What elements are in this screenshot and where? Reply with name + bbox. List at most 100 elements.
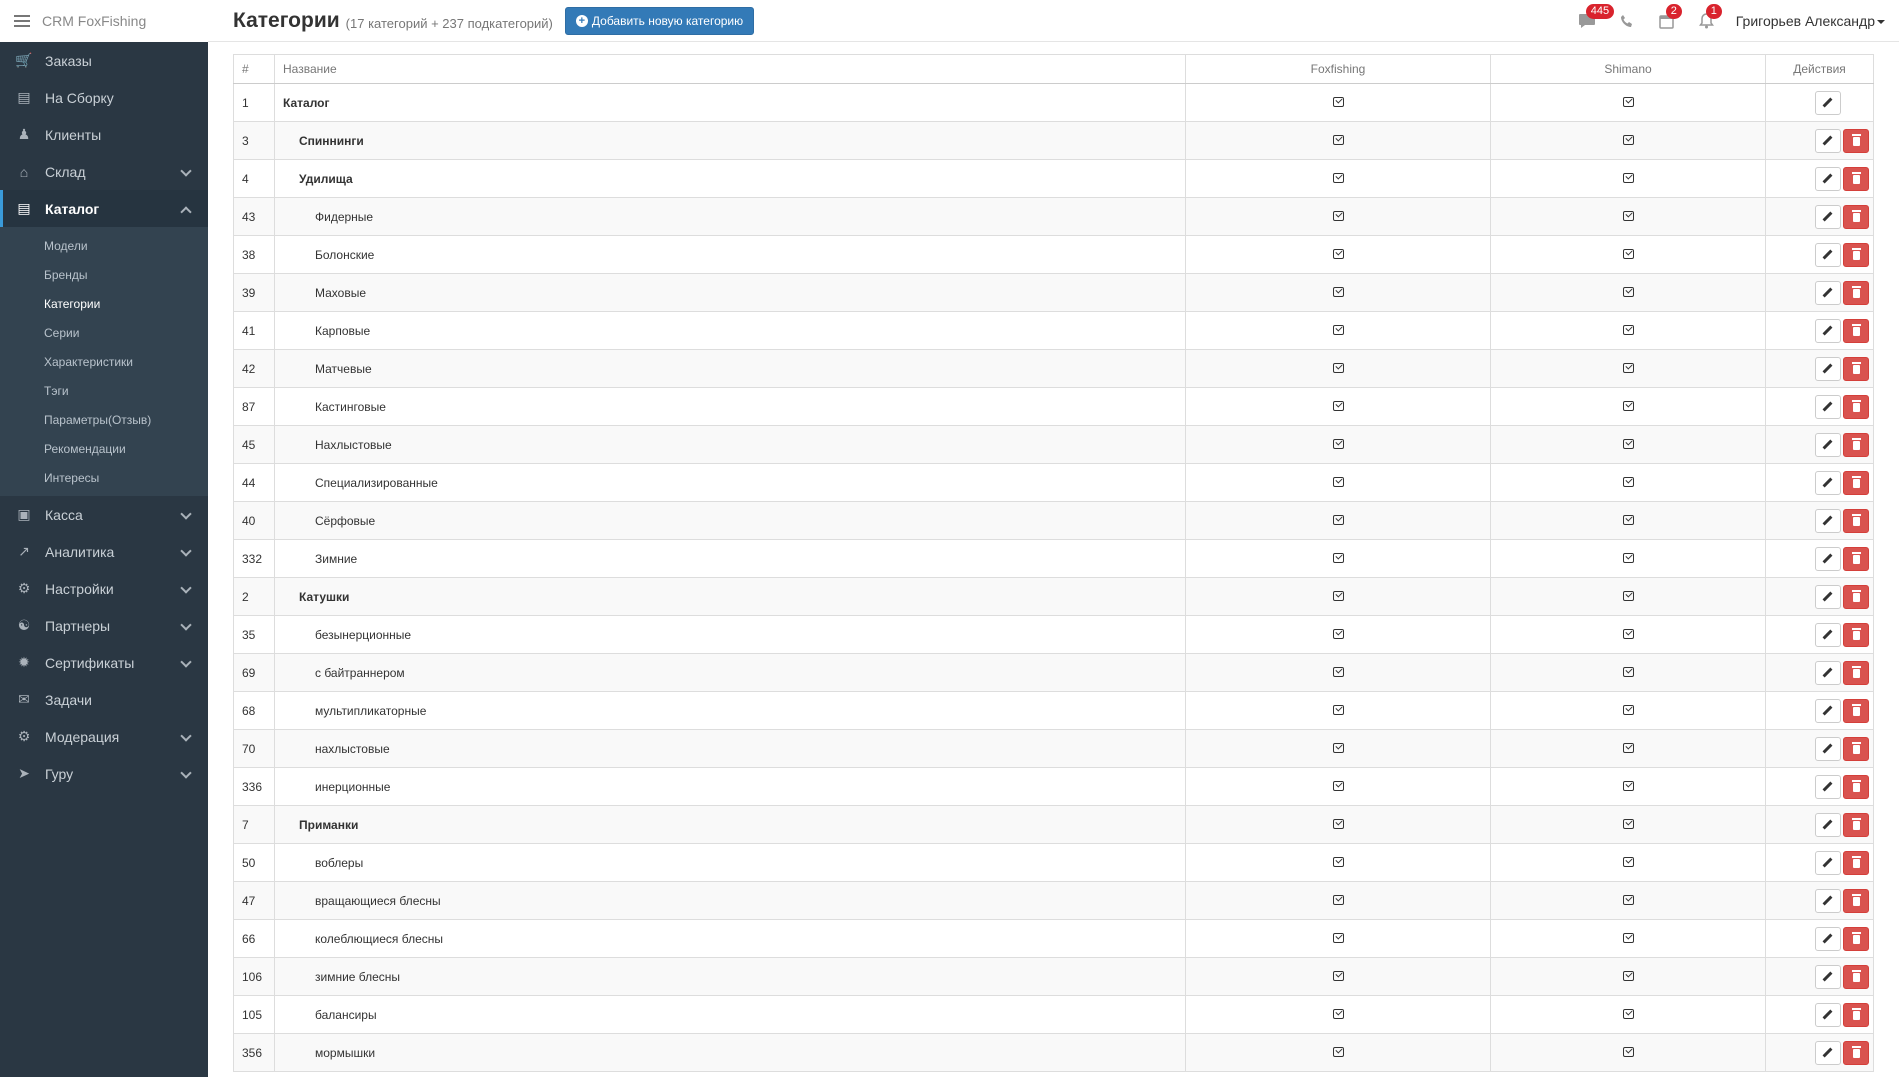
check-square-icon[interactable]: [1332, 704, 1344, 715]
check-square-icon[interactable]: [1332, 172, 1344, 183]
check-square-icon[interactable]: [1332, 590, 1344, 601]
delete-button[interactable]: [1843, 584, 1869, 609]
check-square-icon[interactable]: [1622, 932, 1634, 943]
delete-button[interactable]: [1843, 1002, 1869, 1027]
check-square-icon[interactable]: [1622, 400, 1634, 411]
check-square-icon[interactable]: [1332, 856, 1344, 867]
check-square-icon[interactable]: [1332, 552, 1344, 563]
check-square-icon[interactable]: [1622, 742, 1634, 753]
delete-button[interactable]: [1843, 1040, 1869, 1065]
delete-button[interactable]: [1843, 736, 1869, 761]
edit-button[interactable]: [1815, 622, 1841, 647]
check-square-icon[interactable]: [1622, 514, 1634, 525]
edit-button[interactable]: [1815, 1002, 1841, 1027]
edit-button[interactable]: [1815, 394, 1841, 419]
delete-button[interactable]: [1843, 774, 1869, 799]
catalog-subitem[interactable]: Бренды: [0, 260, 208, 289]
catalog-subitem[interactable]: Параметры(Отзыв): [0, 405, 208, 434]
check-square-icon[interactable]: [1622, 780, 1634, 791]
check-square-icon[interactable]: [1332, 210, 1344, 221]
edit-button[interactable]: [1815, 926, 1841, 951]
edit-button[interactable]: [1815, 888, 1841, 913]
delete-button[interactable]: [1843, 888, 1869, 913]
edit-button[interactable]: [1815, 546, 1841, 571]
delete-button[interactable]: [1843, 318, 1869, 343]
user-menu[interactable]: Григорьев Александр: [1736, 13, 1885, 29]
catalog-subitem[interactable]: Интересы: [0, 463, 208, 492]
catalog-subitem[interactable]: Рекомендации: [0, 434, 208, 463]
check-square-icon[interactable]: [1622, 210, 1634, 221]
delete-button[interactable]: [1843, 660, 1869, 685]
edit-button[interactable]: [1815, 432, 1841, 457]
check-square-icon[interactable]: [1332, 1046, 1344, 1057]
edit-button[interactable]: [1815, 128, 1841, 153]
check-square-icon[interactable]: [1622, 286, 1634, 297]
check-square-icon[interactable]: [1332, 362, 1344, 373]
edit-button[interactable]: [1815, 508, 1841, 533]
sidebar-item-t3[interactable]: ⌂ Склад: [0, 153, 208, 190]
delete-button[interactable]: [1843, 128, 1869, 153]
sidebar-item-b1[interactable]: ↗ Аналитика: [0, 533, 208, 570]
edit-button[interactable]: [1815, 280, 1841, 305]
delete-button[interactable]: [1843, 166, 1869, 191]
check-square-icon[interactable]: [1622, 96, 1634, 107]
edit-button[interactable]: [1815, 698, 1841, 723]
delete-button[interactable]: [1843, 546, 1869, 571]
edit-button[interactable]: [1815, 812, 1841, 837]
delete-button[interactable]: [1843, 850, 1869, 875]
check-square-icon[interactable]: [1332, 400, 1344, 411]
catalog-subitem[interactable]: Модели: [0, 231, 208, 260]
sidebar-item-t4[interactable]: ▤ Каталог: [0, 190, 208, 227]
catalog-subitem[interactable]: Характеристики: [0, 347, 208, 376]
brand-title[interactable]: CRM FoxFishing: [42, 13, 146, 29]
delete-button[interactable]: [1843, 698, 1869, 723]
check-square-icon[interactable]: [1332, 932, 1344, 943]
edit-button[interactable]: [1815, 660, 1841, 685]
delete-button[interactable]: [1843, 394, 1869, 419]
check-square-icon[interactable]: [1622, 324, 1634, 335]
sidebar-item-b0[interactable]: ▣ Касса: [0, 496, 208, 533]
edit-button[interactable]: [1815, 1040, 1841, 1065]
check-square-icon[interactable]: [1622, 552, 1634, 563]
edit-button[interactable]: [1815, 964, 1841, 989]
check-square-icon[interactable]: [1332, 324, 1344, 335]
check-square-icon[interactable]: [1622, 894, 1634, 905]
sidebar-item-t0[interactable]: 🛒 Заказы: [0, 42, 208, 79]
edit-button[interactable]: [1815, 90, 1841, 115]
edit-button[interactable]: [1815, 584, 1841, 609]
calendar-icon[interactable]: 2: [1656, 4, 1682, 32]
edit-button[interactable]: [1815, 318, 1841, 343]
catalog-subitem[interactable]: Серии: [0, 318, 208, 347]
check-square-icon[interactable]: [1622, 476, 1634, 487]
check-square-icon[interactable]: [1332, 1008, 1344, 1019]
check-square-icon[interactable]: [1622, 438, 1634, 449]
edit-button[interactable]: [1815, 166, 1841, 191]
check-square-icon[interactable]: [1622, 704, 1634, 715]
delete-button[interactable]: [1843, 204, 1869, 229]
edit-button[interactable]: [1815, 850, 1841, 875]
check-square-icon[interactable]: [1332, 134, 1344, 145]
check-square-icon[interactable]: [1622, 134, 1634, 145]
sidebar-item-b5[interactable]: ✉ Задачи: [0, 681, 208, 718]
catalog-subitem[interactable]: Тэги: [0, 376, 208, 405]
sidebar-item-t1[interactable]: ▤ На Сборку: [0, 79, 208, 116]
check-square-icon[interactable]: [1332, 818, 1344, 829]
check-square-icon[interactable]: [1332, 780, 1344, 791]
messages-icon[interactable]: 445: [1576, 4, 1615, 32]
check-square-icon[interactable]: [1622, 818, 1634, 829]
delete-button[interactable]: [1843, 508, 1869, 533]
check-square-icon[interactable]: [1332, 514, 1344, 525]
check-square-icon[interactable]: [1622, 590, 1634, 601]
check-square-icon[interactable]: [1622, 1046, 1634, 1057]
bell-icon[interactable]: 1: [1696, 4, 1722, 32]
check-square-icon[interactable]: [1332, 96, 1344, 107]
check-square-icon[interactable]: [1332, 970, 1344, 981]
delete-button[interactable]: [1843, 470, 1869, 495]
sidebar-item-b7[interactable]: ➤ Гуру: [0, 755, 208, 792]
add-category-button[interactable]: + Добавить новую категорию: [564, 6, 755, 35]
sidebar-item-b2[interactable]: ⚙ Настройки: [0, 570, 208, 607]
edit-button[interactable]: [1815, 242, 1841, 267]
check-square-icon[interactable]: [1622, 248, 1634, 259]
menu-icon[interactable]: [14, 15, 30, 27]
edit-button[interactable]: [1815, 736, 1841, 761]
